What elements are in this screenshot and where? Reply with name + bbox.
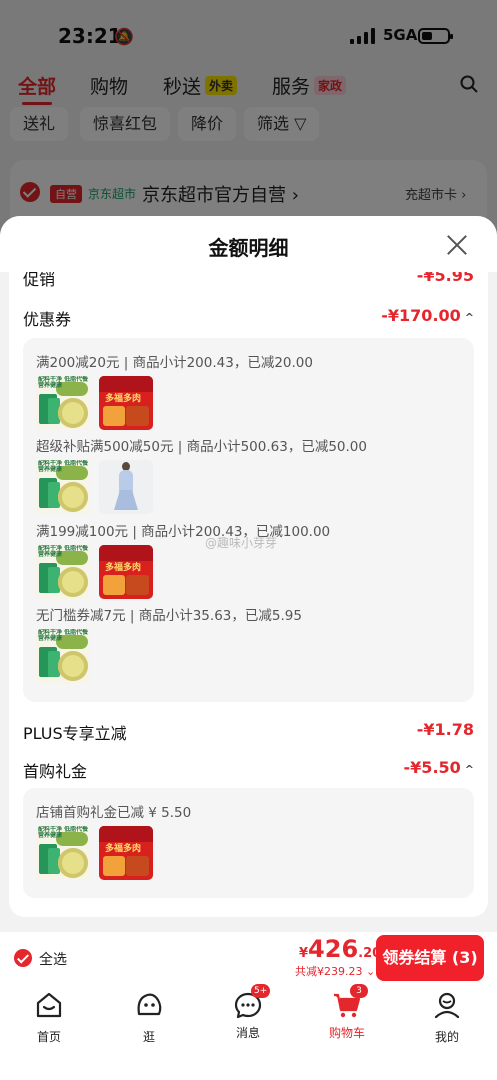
select-all-label[interactable]: 全选 — [39, 949, 67, 969]
product-thumb-meat[interactable]: 多福多肉 — [99, 376, 153, 430]
powder-pack-text: 配料干净 低脂代餐 营养健康 — [38, 826, 89, 839]
coupon-label: 优惠券 — [23, 310, 72, 329]
promo-row: 促销 -¥5.95 — [23, 272, 474, 292]
coupon-detail-box: 满200减20元 | 商品小计200.43，已减20.00 配料干净 低脂代餐 … — [23, 338, 474, 702]
message-icon-wrap: 5+ — [233, 984, 271, 1020]
currency-symbol: ¥ — [299, 946, 309, 961]
chevron-down-icon: ⌄ — [366, 965, 376, 978]
product-thumb-meat[interactable]: 多福多肉 — [99, 826, 153, 880]
checkout-bar: 全选 ¥426.20 共减¥239.23 ⌄ 领券结算 (3) — [0, 932, 497, 984]
cart-badge: 3 — [350, 984, 368, 998]
powder-pack-text: 配料干净 低脂代餐 营养健康 — [38, 376, 89, 389]
product-thumb-meat[interactable]: 多福多肉 — [99, 545, 153, 599]
checkout-button[interactable]: 领券结算 (3) — [376, 935, 484, 981]
amount-detail-sheet: 金额明细 促销 -¥5.95 优惠券 -¥170.00 ^ 满200减20元 | … — [0, 216, 497, 932]
coupon-value: -¥170.00 — [381, 306, 461, 325]
sheet-header: 金额明细 — [0, 216, 497, 272]
nav-cart[interactable]: 3 购物车 — [307, 984, 387, 1041]
coupon-row[interactable]: 优惠券 -¥170.00 ^ — [23, 306, 474, 332]
price-integer: 426 — [308, 935, 359, 963]
coupon-line-2: 超级补贴满500减50元 | 商品小计500.63，已减50.00 — [36, 439, 367, 455]
coupon-line-4: 无门槛券减7元 | 商品小计35.63，已减5.95 — [36, 608, 302, 624]
nav-cart-label: 购物车 — [328, 1026, 365, 1040]
nav-explore[interactable]: 逛 — [109, 990, 189, 1045]
product-thumb-powder[interactable]: 配料干净 低脂代餐 营养健康 — [36, 376, 90, 430]
promo-label: 促销 — [23, 272, 56, 289]
nav-messages[interactable]: 5+ 消息 — [208, 984, 288, 1041]
nav-profile[interactable]: 我的 — [407, 990, 487, 1045]
product-thumb-powder[interactable]: 配料干净 低脂代餐 营养健康 — [36, 545, 90, 599]
nav-messages-label: 消息 — [235, 1026, 260, 1040]
first-gift-value: -¥5.50 — [403, 758, 461, 777]
meat-pack-text: 多福多肉 — [105, 563, 142, 573]
powder-pack-text: 配料干净 低脂代餐 营养健康 — [38, 460, 89, 473]
nav-home[interactable]: 首页 — [9, 990, 89, 1045]
sheet-body[interactable]: 促销 -¥5.95 优惠券 -¥170.00 ^ 满200减20元 | 商品小计2… — [9, 272, 488, 917]
total-price: ¥426.20 — [299, 935, 381, 963]
product-thumb-powder[interactable]: 配料干净 低脂代餐 营养健康 — [36, 460, 90, 514]
powder-pack-text: 配料干净 低脂代餐 营养健康 — [38, 629, 89, 642]
product-thumb-powder[interactable]: 配料干净 低脂代餐 营养健康 — [36, 826, 90, 880]
bottom-nav: 首页 逛 5+ 消息 3 购物车 我的 — [0, 984, 497, 1080]
promo-value: -¥5.95 — [416, 272, 474, 285]
product-thumb-dress[interactable] — [99, 460, 153, 514]
watermark: @趣味小芽芽 — [205, 536, 278, 550]
first-gift-detail-box: 店铺首购礼金已减 ¥ 5.50 配料干净 低脂代餐 营养健康 多福多肉 — [23, 788, 474, 898]
coupon-value-wrap: -¥170.00 ^ — [381, 306, 474, 325]
collapse-caret-icon[interactable]: ^ — [465, 763, 474, 776]
message-badge: 5+ — [251, 984, 271, 998]
explore-icon — [137, 993, 162, 1016]
first-gift-label: 首购礼金 — [23, 762, 88, 781]
home-icon — [36, 992, 62, 1018]
powder-pack-text: 配料干净 低脂代餐 营养健康 — [38, 545, 89, 558]
plus-value: -¥1.78 — [416, 720, 474, 739]
plus-label: PLUS专享立减 — [23, 724, 127, 743]
sheet-title: 金额明细 — [208, 236, 289, 260]
total-saved-text: 共减¥239.23 — [295, 965, 363, 978]
nav-profile-label: 我的 — [434, 1030, 459, 1044]
plus-discount-row: PLUS专享立减 -¥1.78 — [23, 720, 474, 746]
meat-pack-text: 多福多肉 — [105, 844, 142, 854]
total-saved[interactable]: 共减¥239.23 ⌄ — [295, 963, 375, 979]
profile-icon — [434, 992, 460, 1019]
first-gift-line: 店铺首购礼金已减 ¥ 5.50 — [36, 805, 192, 821]
close-icon[interactable] — [446, 234, 468, 256]
collapse-caret-icon[interactable]: ^ — [465, 311, 474, 324]
first-gift-row[interactable]: 首购礼金 -¥5.50 ^ — [23, 758, 474, 784]
meat-pack-text: 多福多肉 — [105, 394, 142, 404]
coupon-line-1: 满200减20元 | 商品小计200.43，已减20.00 — [36, 355, 313, 371]
cart-icon-wrap: 3 — [332, 984, 368, 1020]
coupon-line-3: 满199减100元 | 商品小计200.43，已减100.00 — [36, 524, 331, 540]
select-all-checkbox[interactable] — [14, 949, 32, 967]
first-gift-value-wrap: -¥5.50 ^ — [404, 758, 474, 777]
product-thumb-powder[interactable]: 配料干净 低脂代餐 营养健康 — [36, 629, 90, 683]
nav-home-label: 首页 — [36, 1030, 61, 1044]
nav-explore-label: 逛 — [142, 1030, 155, 1044]
